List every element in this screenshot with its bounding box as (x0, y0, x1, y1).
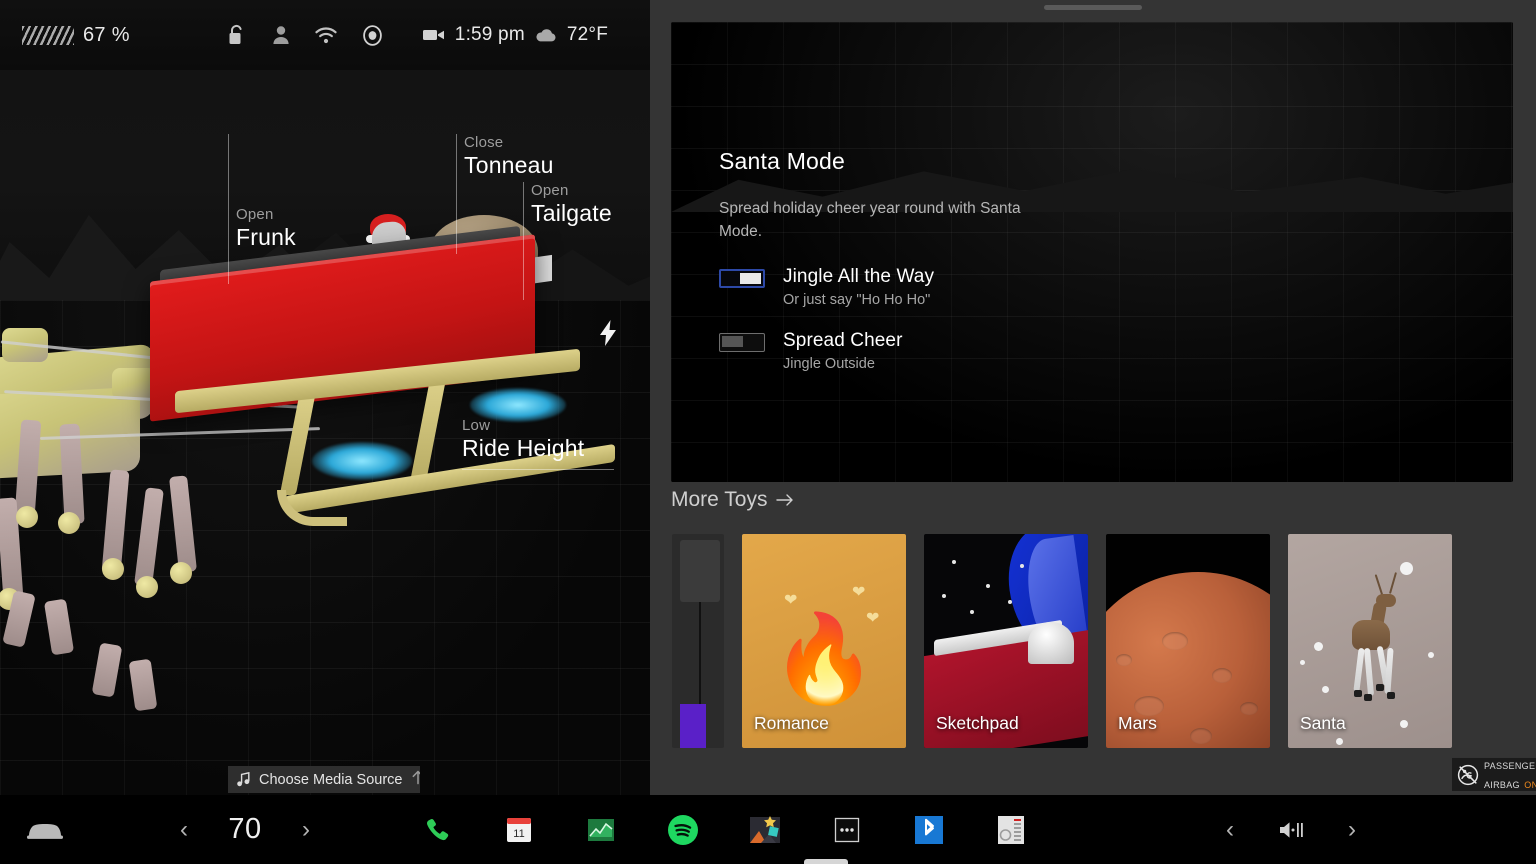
toy-card-sketchpad[interactable]: Sketchpad (924, 534, 1088, 748)
driver-temperature-control[interactable]: ‹ 70 › (180, 813, 310, 846)
battery-status[interactable]: 67 % (22, 24, 130, 47)
chevron-left-icon[interactable]: ‹ (180, 817, 188, 842)
spotify-icon[interactable] (666, 813, 700, 847)
phone-handset-icon[interactable] (420, 813, 454, 847)
driver-profile-icon[interactable] (272, 25, 290, 45)
reindeer-body (1352, 620, 1390, 650)
toggle-sublabel: Or just say "Ho Ho Ho" (783, 291, 931, 308)
hotspot-leader-line (456, 134, 457, 254)
arrow-right-icon (776, 493, 794, 507)
santa-mode-hero[interactable]: Santa Mode Spread holiday cheer year rou… (671, 22, 1513, 482)
passenger-airbag-indicator: PASSENGER AIRBAG ON (1452, 757, 1536, 791)
thruster-glow (312, 442, 412, 480)
toggle-knob (722, 335, 743, 347)
toy-card-mars[interactable]: Mars (1106, 534, 1270, 748)
hotspot-action-label: Close (464, 134, 504, 151)
airbag-line2: AIRBAG (1484, 779, 1520, 790)
vehicle-3d-scene[interactable]: Open Frunk Close Tonneau Open Tailgate L… (0, 0, 650, 795)
hotspot-action-label: Low (462, 417, 491, 434)
lightning-bolt-icon[interactable] (600, 320, 616, 351)
santa-mode-settings: Santa Mode Spread holiday cheer year rou… (719, 148, 1049, 372)
car-controls-button[interactable] (22, 818, 68, 842)
toy-card-title: Romance (754, 713, 829, 733)
reindeer-art (1342, 572, 1400, 702)
toy-card-title: Santa (1300, 713, 1346, 733)
app-launcher-icons[interactable]: 11 (420, 813, 1028, 847)
bottom-app-bar: ‹ 70 › 11 ‹ › (0, 795, 1536, 864)
calendar-icon[interactable]: 11 (502, 813, 536, 847)
ellipsis-icon[interactable] (830, 813, 864, 847)
toy-card-title: Sketchpad (936, 713, 1019, 733)
volume-control[interactable]: ‹ › (1226, 817, 1356, 842)
partial-card-slider-fill (680, 704, 706, 748)
chevron-up-icon[interactable] (411, 770, 420, 790)
hotspot-leader-line (462, 469, 614, 470)
toggle-knob (740, 272, 761, 284)
hotspot-leader-line (523, 182, 524, 300)
chevron-right-icon[interactable]: › (1348, 817, 1356, 842)
dashcam-video-icon[interactable] (422, 28, 445, 42)
clock-label[interactable]: 1:59 pm (455, 24, 525, 46)
santa-mode-description: Spread holiday cheer year round with San… (719, 200, 1021, 241)
music-note-icon (237, 772, 250, 787)
car-front-icon (25, 818, 65, 842)
unlocked-padlock-icon[interactable] (228, 24, 247, 46)
hotspot-name-label: Tailgate (531, 200, 612, 226)
toy-card-santa[interactable]: Santa (1288, 534, 1452, 748)
toggle-label: Spread Cheer (783, 329, 903, 351)
hotspot-action-label: Open (236, 206, 274, 223)
sketchpad-art-dome (1028, 622, 1074, 664)
campfire-icon: 🔥 (770, 611, 878, 707)
battery-hatch-icon (22, 25, 74, 45)
speaker-volume-icon[interactable] (1278, 820, 1304, 840)
hotspot-name-label: Ride Height (462, 435, 585, 461)
wifi-icon[interactable] (315, 26, 337, 44)
toy-card-romance[interactable]: ❤ ❤ ❤ 🔥 Romance (742, 534, 906, 748)
hotspot-action-label: Open (531, 182, 569, 199)
toybox-panel: Santa Mode Spread holiday cheer year rou… (650, 0, 1536, 795)
bluetooth-icon[interactable] (912, 813, 946, 847)
hotspot-ride-height[interactable]: Low Ride Height (462, 417, 614, 470)
choose-media-source-bar[interactable]: Choose Media Source (228, 766, 420, 793)
hotspot-name-label: Frunk (236, 224, 296, 250)
radio-tuner-icon[interactable] (994, 813, 1028, 847)
airbag-line1: PASSENGER (1484, 761, 1536, 772)
sentry-mode-camera-icon[interactable] (362, 24, 383, 46)
more-toys-link[interactable]: More Toys (671, 488, 794, 512)
vehicle-visualization-panel: 67 % 1:59 pm 72°F Open Frunk Close Tonne… (0, 0, 650, 795)
media-source-label: Choose Media Source (259, 771, 403, 788)
toy-card-title: Mars (1118, 713, 1157, 733)
chevron-left-icon[interactable]: ‹ (1226, 817, 1234, 842)
outside-temp-label: 72°F (566, 24, 608, 45)
passenger-airbag-off-symbol-icon (1457, 764, 1479, 786)
hotspot-leader-line (228, 134, 229, 284)
toybox-star-icon[interactable] (748, 813, 782, 847)
stocks-chart-icon[interactable] (584, 813, 618, 847)
toy-cards-strip[interactable]: ❤ ❤ ❤ 🔥 Romance Sketchpad Mars Santa (650, 534, 1536, 752)
hotspot-frunk[interactable]: Open Frunk (228, 134, 296, 284)
driver-temp-value: 70 (228, 813, 262, 845)
hotspot-tonneau[interactable]: Close Tonneau (456, 134, 554, 254)
status-bar: 67 % 1:59 pm 72°F (0, 0, 650, 70)
toggle-sublabel: Jingle Outside (783, 355, 875, 372)
cloud-icon (535, 28, 557, 43)
toggle-row-spread-cheer[interactable]: Spread Cheer Jingle Outside (719, 330, 1049, 372)
svg-text:11: 11 (513, 828, 524, 840)
toggle-label: Jingle All the Way (783, 265, 935, 287)
toggle-row-jingle-all-the-way[interactable]: Jingle All the Way Or just say "Ho Ho Ho… (719, 266, 1049, 308)
more-toys-label: More Toys (671, 488, 768, 511)
toggle-spread-cheer[interactable] (719, 332, 765, 352)
panel-drag-handle[interactable] (1044, 5, 1142, 10)
partial-card-thumb (680, 540, 720, 602)
home-indicator[interactable] (804, 859, 848, 864)
toy-card-partial[interactable] (672, 534, 724, 748)
battery-percent-label: 67 % (83, 23, 130, 46)
airbag-state-badge: ON (1524, 779, 1536, 790)
chevron-right-icon[interactable]: › (302, 817, 310, 842)
toggle-jingle-all-the-way[interactable] (719, 268, 765, 288)
hotspot-tailgate[interactable]: Open Tailgate (523, 182, 612, 300)
santa-mode-title: Santa Mode (719, 148, 846, 174)
hotspot-name-label: Tonneau (464, 152, 554, 178)
